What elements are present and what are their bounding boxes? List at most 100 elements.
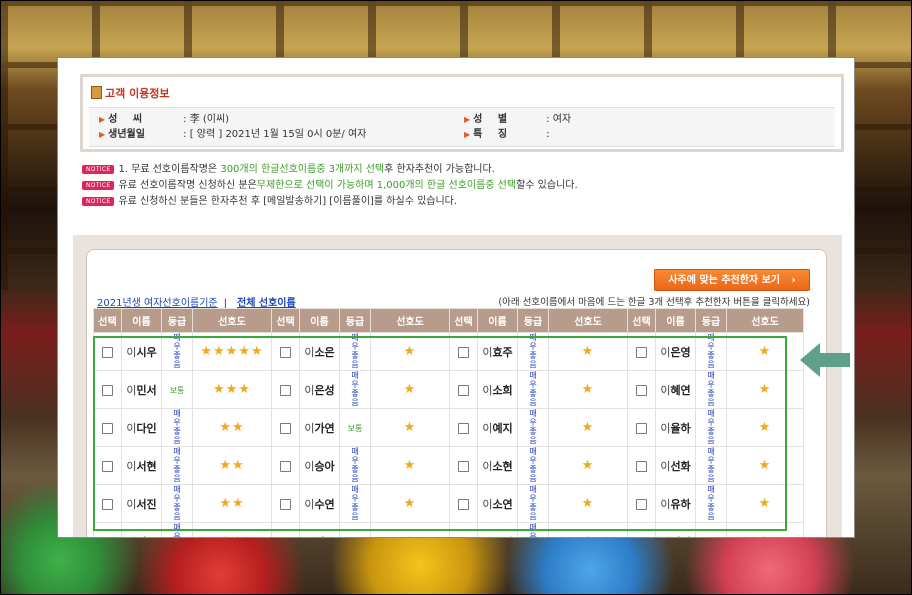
info-surname-row: ▶ 성 씨: 李 (이씨) bbox=[99, 114, 230, 125]
column-header: 등급 bbox=[339, 308, 371, 333]
preferred-names-table: 선택 이름 등급 선호도 선택 이름 등급 선호도 선택 이름 등급 선호도 선택 이름 등급 선호도 이시우… bbox=[93, 308, 804, 538]
select-checkbox[interactable] bbox=[458, 498, 469, 510]
select-checkbox[interactable] bbox=[280, 346, 291, 358]
select-checkbox[interactable] bbox=[102, 346, 113, 358]
column-header: 등급 bbox=[695, 308, 727, 333]
select-cell bbox=[449, 484, 478, 523]
select-checkbox[interactable] bbox=[280, 536, 291, 537]
name-cell: 이유하 bbox=[655, 484, 696, 523]
name-cell: 이서진 bbox=[121, 484, 162, 523]
grade-label: 매우좋음 bbox=[707, 485, 715, 521]
name-cell: 이소희 bbox=[477, 370, 518, 409]
star-icon: ★ bbox=[758, 496, 772, 511]
preference-stars: ★ bbox=[404, 420, 417, 435]
grade-cell: 매우좋음 bbox=[517, 446, 549, 485]
name-cell: 이지우 bbox=[121, 522, 162, 538]
preference-stars: ★ bbox=[759, 344, 772, 359]
select-cell bbox=[627, 522, 656, 537]
select-checkbox[interactable] bbox=[636, 422, 647, 434]
select-cell bbox=[271, 408, 300, 447]
select-cell bbox=[449, 332, 478, 371]
preference-cell: ★ bbox=[370, 446, 450, 485]
given-name: 서현 bbox=[136, 459, 157, 473]
star-icon: ★ bbox=[232, 458, 245, 473]
select-checkbox[interactable] bbox=[458, 384, 469, 396]
name-cell: 이다인 bbox=[121, 408, 162, 447]
grade-cell: 매우좋음 bbox=[517, 522, 549, 538]
grade-label: 매우좋음 bbox=[529, 333, 537, 369]
surname: 이 bbox=[660, 459, 671, 473]
name-cell: 이소은 bbox=[299, 332, 340, 371]
grade-label: 매우좋음 bbox=[529, 523, 537, 538]
select-checkbox[interactable] bbox=[280, 422, 291, 434]
select-cell bbox=[93, 332, 122, 371]
select-checkbox[interactable] bbox=[636, 460, 647, 472]
select-checkbox[interactable] bbox=[636, 498, 647, 510]
preference-stars: ★ bbox=[759, 420, 772, 435]
surname: 이 bbox=[660, 383, 671, 397]
bullet-arrow-icon: ▶ bbox=[464, 115, 471, 124]
preference-cell: ★ bbox=[548, 484, 628, 523]
recommend-hanja-button[interactable]: 사주에 맞는 추천한자 보기 › bbox=[654, 269, 810, 291]
given-name: 효주 bbox=[492, 345, 513, 359]
grade-label: 매우좋음 bbox=[529, 409, 537, 445]
grade-cell: 매우좋음 bbox=[517, 370, 549, 409]
preference-stars: ★★★ bbox=[213, 382, 251, 397]
surname: 이 bbox=[660, 345, 671, 359]
name-cell: 이효주 bbox=[477, 332, 518, 371]
grade-label: 매우좋음 bbox=[707, 409, 715, 445]
grade-label: 매우좋음 bbox=[173, 485, 181, 521]
select-checkbox[interactable] bbox=[458, 460, 469, 472]
select-checkbox[interactable] bbox=[102, 536, 113, 537]
preference-stars: ★ bbox=[404, 382, 417, 397]
table-row: 이지우매우좋음★★이민주보통★이주연매우좋음★이미정보통★ bbox=[93, 522, 804, 538]
select-checkbox[interactable] bbox=[636, 536, 647, 537]
star-icon: ★ bbox=[404, 534, 417, 537]
column-header: 선호도 bbox=[192, 308, 272, 333]
select-checkbox[interactable] bbox=[636, 346, 647, 358]
given-name: 소은 bbox=[314, 345, 335, 359]
given-name: 서진 bbox=[136, 497, 157, 511]
name-cell: 이혜연 bbox=[655, 370, 696, 409]
preference-cell: ★ bbox=[548, 370, 628, 409]
select-checkbox[interactable] bbox=[280, 460, 291, 472]
select-checkbox[interactable] bbox=[458, 346, 469, 358]
star-icon: ★ bbox=[238, 382, 251, 397]
select-checkbox[interactable] bbox=[458, 536, 469, 537]
given-name: 지우 bbox=[136, 536, 156, 538]
select-cell bbox=[627, 484, 656, 523]
instruction-text: (아래 선호이름에서 마음에 드는 한글 3개 선택후 추천한자 버튼을 클릭하… bbox=[498, 297, 810, 308]
info-feature-row: ▶ 특 징: bbox=[464, 129, 550, 140]
select-checkbox[interactable] bbox=[102, 384, 113, 396]
table-row: 이다인 매우좋음 ★★ 이가연 보통 ★ 이예지 매우좋음 ★ 이율하 매우좋음 ★ bbox=[93, 408, 804, 447]
given-name: 은성 bbox=[314, 383, 335, 397]
table-body: 이시우 매우좋음 ★★★★★ 이소은 매우좋음 ★ 이효주 매우좋음 ★ 이은영 매우좋음 ★ 이민서 보… bbox=[93, 332, 804, 538]
select-checkbox[interactable] bbox=[102, 422, 113, 434]
notice-badge: NOTICE bbox=[82, 181, 115, 190]
preference-stars: ★ bbox=[404, 496, 417, 511]
column-header: 등급 bbox=[517, 308, 549, 333]
select-checkbox[interactable] bbox=[458, 422, 469, 434]
select-cell bbox=[271, 484, 300, 523]
select-checkbox[interactable] bbox=[102, 498, 113, 510]
column-header: 등급 bbox=[161, 308, 193, 333]
surname: 이 bbox=[482, 497, 493, 511]
grade-label: 매우좋음 bbox=[529, 485, 537, 521]
given-name: 민주 bbox=[314, 536, 334, 538]
grade-label: 매우좋음 bbox=[707, 447, 715, 483]
grade-cell: 매우좋음 bbox=[161, 332, 193, 371]
preference-cell: ★ bbox=[726, 370, 804, 409]
name-cell: 이예지 bbox=[477, 408, 518, 447]
star-icon: ★ bbox=[403, 420, 417, 435]
select-checkbox[interactable] bbox=[636, 384, 647, 396]
select-checkbox[interactable] bbox=[280, 498, 291, 510]
grade-label: 매우좋음 bbox=[529, 371, 537, 407]
column-header: 이름 bbox=[299, 308, 340, 333]
star-icon: ★ bbox=[758, 458, 772, 473]
surname: 이 bbox=[304, 345, 315, 359]
select-checkbox[interactable] bbox=[280, 384, 291, 396]
star-icon: ★ bbox=[581, 344, 595, 359]
select-checkbox[interactable] bbox=[102, 460, 113, 472]
column-header: 이름 bbox=[477, 308, 518, 333]
surname: 이 bbox=[304, 421, 315, 435]
